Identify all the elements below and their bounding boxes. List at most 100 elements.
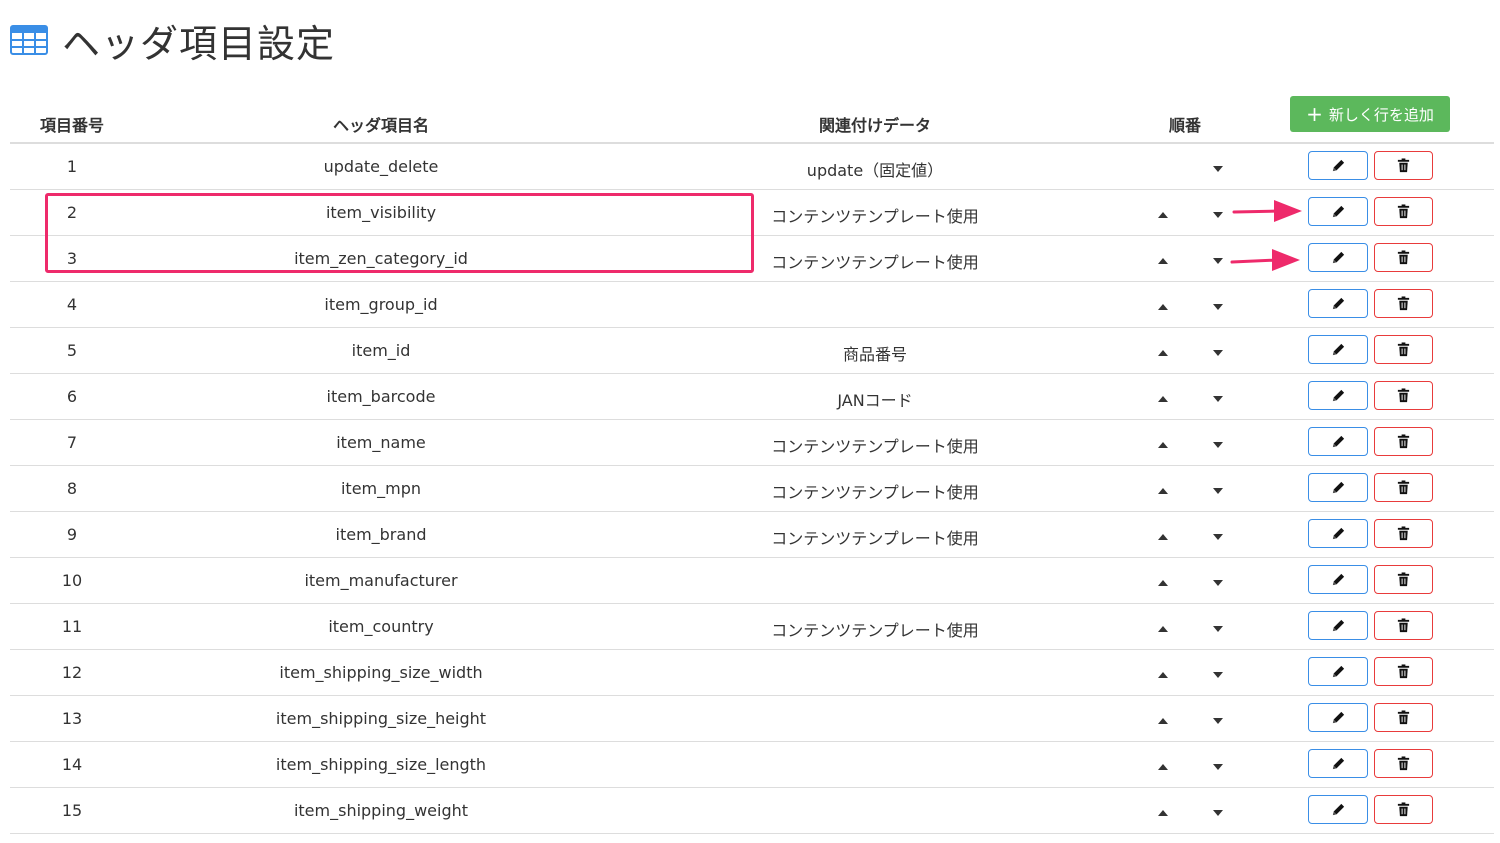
delete-button[interactable]	[1374, 703, 1433, 732]
delete-button[interactable]	[1374, 243, 1433, 272]
delete-button[interactable]	[1374, 519, 1433, 548]
delete-button[interactable]	[1374, 749, 1433, 778]
pencil-icon	[1331, 710, 1346, 725]
edit-button[interactable]	[1308, 335, 1368, 364]
edit-button[interactable]	[1308, 519, 1368, 548]
move-up-icon[interactable]	[1158, 350, 1168, 356]
table-row: 15 item_shipping_weight	[10, 788, 1494, 834]
move-down-icon[interactable]	[1213, 534, 1223, 540]
delete-button[interactable]	[1374, 289, 1433, 318]
trash-icon	[1396, 250, 1411, 265]
pencil-icon	[1331, 618, 1346, 633]
row-header-name: item_mpn	[340, 479, 422, 498]
delete-button[interactable]	[1374, 611, 1433, 640]
edit-button[interactable]	[1308, 427, 1368, 456]
edit-button[interactable]	[1308, 657, 1368, 686]
row-num: 1	[66, 157, 78, 176]
pencil-icon	[1331, 572, 1346, 587]
move-up-icon[interactable]	[1158, 534, 1168, 540]
move-up-icon[interactable]	[1158, 672, 1168, 678]
delete-button[interactable]	[1374, 473, 1433, 502]
table-icon	[10, 25, 48, 55]
edit-button[interactable]	[1308, 749, 1368, 778]
move-up-icon[interactable]	[1158, 580, 1168, 586]
move-up-icon[interactable]	[1158, 626, 1168, 632]
move-down-icon[interactable]	[1213, 488, 1223, 494]
row-linked-data: コンテンツテンプレート使用	[771, 437, 979, 456]
edit-button[interactable]	[1308, 703, 1368, 732]
move-up-icon[interactable]	[1158, 718, 1168, 724]
move-down-icon[interactable]	[1213, 810, 1223, 816]
trash-icon	[1396, 158, 1411, 173]
page-header: ヘッダ項目設定	[10, 12, 335, 68]
move-down-icon[interactable]	[1213, 442, 1223, 448]
move-down-icon[interactable]	[1213, 718, 1223, 724]
delete-button[interactable]	[1374, 335, 1433, 364]
move-down-icon[interactable]	[1213, 764, 1223, 770]
delete-button[interactable]	[1374, 427, 1433, 456]
row-num: 4	[66, 295, 78, 314]
edit-button[interactable]	[1308, 243, 1368, 272]
edit-button[interactable]	[1308, 565, 1368, 594]
row-linked-data: コンテンツテンプレート使用	[771, 529, 979, 548]
delete-button[interactable]	[1374, 657, 1433, 686]
edit-button[interactable]	[1308, 197, 1368, 226]
row-num: 11	[61, 617, 83, 636]
page: ヘッダ項目設定 + 新しく行を追加 項目番号 ヘッダ項目名 関連付けデータ 順番…	[0, 0, 1500, 843]
move-up-icon[interactable]	[1158, 810, 1168, 816]
edit-button[interactable]	[1308, 151, 1368, 180]
pencil-icon	[1331, 388, 1346, 403]
row-linked-data: update（固定値）	[806, 161, 944, 180]
edit-button[interactable]	[1308, 381, 1368, 410]
move-up-icon[interactable]	[1158, 488, 1168, 494]
row-header-name: item_group_id	[324, 295, 438, 314]
move-up-icon[interactable]	[1158, 304, 1168, 310]
move-up-icon[interactable]	[1158, 258, 1168, 264]
row-num: 5	[66, 341, 78, 360]
trash-icon	[1396, 802, 1411, 817]
move-down-icon[interactable]	[1213, 396, 1223, 402]
delete-button[interactable]	[1374, 795, 1433, 824]
edit-button[interactable]	[1308, 473, 1368, 502]
delete-button[interactable]	[1374, 197, 1433, 226]
row-header-name: item_manufacturer	[304, 571, 458, 590]
move-up-icon[interactable]	[1158, 212, 1168, 218]
move-down-icon[interactable]	[1213, 626, 1223, 632]
table-row: 4 item_group_id	[10, 282, 1494, 328]
row-linked-data: 商品番号	[842, 345, 907, 364]
table-row: 7 item_name コンテンツテンプレート使用	[10, 420, 1494, 466]
move-down-icon[interactable]	[1213, 672, 1223, 678]
move-down-icon[interactable]	[1213, 580, 1223, 586]
move-down-icon[interactable]	[1213, 258, 1223, 264]
row-num: 8	[66, 479, 78, 498]
row-num: 2	[66, 203, 78, 222]
callout-arrow-icon	[1230, 249, 1300, 271]
move-down-icon[interactable]	[1213, 350, 1223, 356]
table-row: 5 item_id 商品番号	[10, 328, 1494, 374]
delete-button[interactable]	[1374, 565, 1433, 594]
row-num: 14	[61, 755, 83, 774]
pencil-icon	[1331, 250, 1346, 265]
row-header-name: item_shipping_size_length	[275, 755, 487, 774]
row-num: 9	[66, 525, 78, 544]
move-down-icon[interactable]	[1213, 304, 1223, 310]
delete-button[interactable]	[1374, 151, 1433, 180]
row-header-name: item_id	[351, 341, 411, 360]
trash-icon	[1396, 572, 1411, 587]
table-row: 1 update_delete update（固定値）	[10, 144, 1494, 190]
move-down-icon[interactable]	[1213, 166, 1223, 172]
edit-button[interactable]	[1308, 611, 1368, 640]
move-down-icon[interactable]	[1213, 212, 1223, 218]
delete-button[interactable]	[1374, 381, 1433, 410]
table-row: 6 item_barcode JANコード	[10, 374, 1494, 420]
table-row: 9 item_brand コンテンツテンプレート使用	[10, 512, 1494, 558]
table-header: 項目番号 ヘッダ項目名 関連付けデータ 順番	[10, 96, 1494, 144]
move-up-icon[interactable]	[1158, 442, 1168, 448]
table-row: 11 item_country コンテンツテンプレート使用	[10, 604, 1494, 650]
edit-button[interactable]	[1308, 795, 1368, 824]
move-up-icon[interactable]	[1158, 396, 1168, 402]
move-up-icon[interactable]	[1158, 764, 1168, 770]
callout-arrow-icon	[1232, 200, 1302, 222]
pencil-icon	[1331, 204, 1346, 219]
edit-button[interactable]	[1308, 289, 1368, 318]
